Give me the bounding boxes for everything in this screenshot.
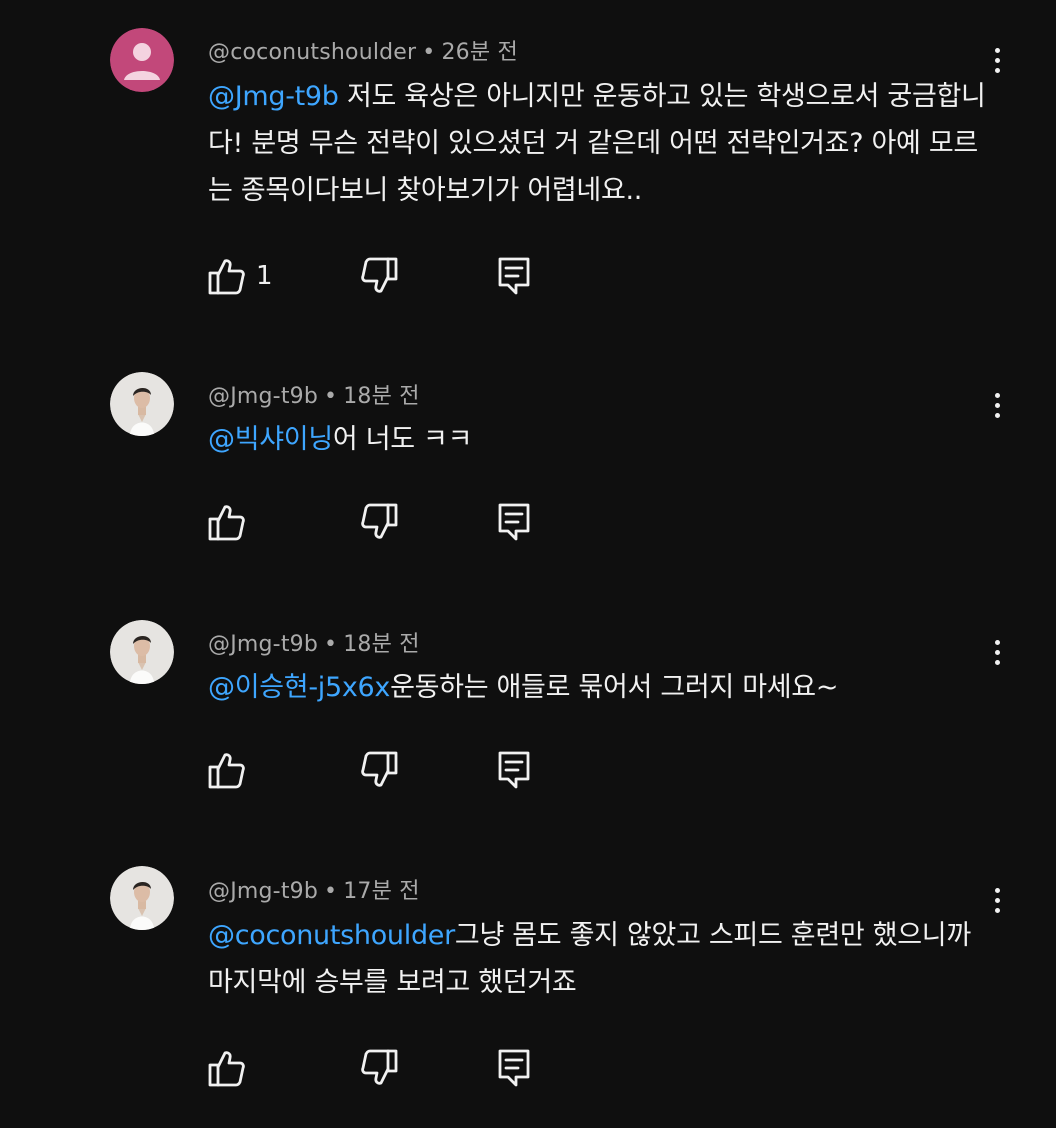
thumbs-up-icon [208,259,245,295]
reply-button[interactable] [494,748,534,792]
reply-button[interactable] [494,1046,534,1090]
mention-link[interactable]: @Jmg-t9b [208,81,339,112]
reply-comment-icon [498,257,530,295]
comment-author[interactable]: @coconutshoulder [208,40,416,65]
more-vert-icon[interactable] [983,880,1011,920]
more-vert-icon[interactable] [983,632,1011,672]
avatar[interactable] [110,620,174,684]
thumbs-down-icon [361,503,398,539]
meta-separator: • [422,40,436,65]
comment-author[interactable]: @Jmg-t9b [208,632,318,657]
more-vert-icon[interactable] [983,385,1011,425]
meta-separator: • [324,632,338,657]
comment-time: 18분 전 [343,384,420,409]
more-vert-icon[interactable] [983,40,1011,80]
thumbs-down-icon [361,1049,398,1085]
like-count: 1 [256,261,273,291]
comment-meta: @Jmg-t9b • 18분 전 [208,626,420,658]
comment-text: @이승현-j5x6x운동하는 애들로 묶어서 그러지 마세요~ [208,664,998,711]
like-button[interactable] [206,748,256,792]
comment-meta: @Jmg-t9b • 18분 전 [208,378,420,410]
thumbs-down-icon [361,751,398,787]
thumbs-down-icon [361,257,398,293]
mention-link[interactable]: @coconutshoulder [208,920,455,951]
comment-text: @빅샤이닝어 너도 ㅋㅋ [208,416,998,463]
comment-meta: @Jmg-t9b • 17분 전 [208,873,420,905]
mention-link[interactable]: @이승현-j5x6x [208,672,390,703]
like-button[interactable] [206,500,256,544]
like-button[interactable] [206,1046,256,1090]
mention-link[interactable]: @빅샤이닝 [208,424,333,455]
comment-author[interactable]: @Jmg-t9b [208,384,318,409]
reply-button[interactable] [494,500,534,544]
meta-separator: • [324,384,338,409]
like-button[interactable]: 1 [206,254,273,298]
reply-comment-icon [498,503,530,541]
comment-time: 26분 전 [441,40,518,65]
reply-comment-icon [498,1049,530,1087]
comment-text: @Jmg-t9b 저도 육상은 아니지만 운동하고 있는 학생으로서 궁금합니다… [208,73,998,214]
dislike-button[interactable] [358,254,400,298]
comment-body: 어 너도 ㅋㅋ [332,424,473,455]
meta-separator: • [324,879,338,904]
dislike-button[interactable] [358,1046,400,1090]
comment-text: @coconutshoulder그냥 몸도 좋지 않았고 스피드 훈련만 했으니… [208,912,998,1006]
avatar[interactable] [110,28,174,92]
comment-meta: @coconutshoulder • 26분 전 [208,34,518,66]
comment-body: 운동하는 애들로 묶어서 그러지 마세요~ [390,672,839,703]
thumbs-up-icon [208,1051,245,1087]
comment-time: 18분 전 [343,632,420,657]
dislike-button[interactable] [358,748,400,792]
thumbs-up-icon [208,753,245,789]
dislike-button[interactable] [358,500,400,544]
reply-button[interactable] [494,254,534,298]
reply-comment-icon [498,751,530,789]
thumbs-up-icon [208,505,245,541]
avatar[interactable] [110,866,174,930]
avatar[interactable] [110,372,174,436]
comment-author[interactable]: @Jmg-t9b [208,879,318,904]
comment-time: 17분 전 [343,879,420,904]
